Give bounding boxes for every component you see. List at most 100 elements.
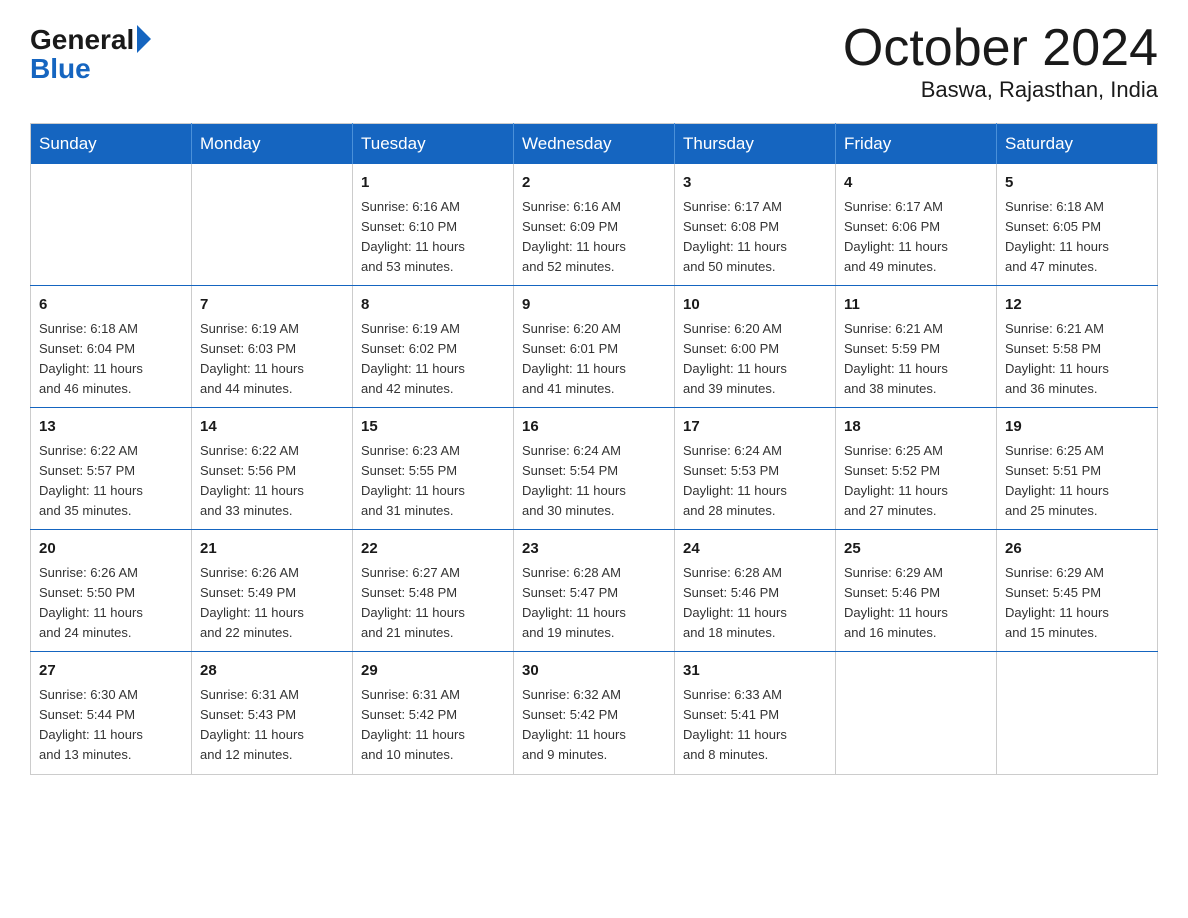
calendar-cell: 16Sunrise: 6:24 AM Sunset: 5:54 PM Dayli… (514, 408, 675, 530)
day-info: Sunrise: 6:24 AM Sunset: 5:53 PM Dayligh… (683, 441, 827, 522)
calendar-cell: 17Sunrise: 6:24 AM Sunset: 5:53 PM Dayli… (675, 408, 836, 530)
day-number: 17 (683, 416, 827, 439)
calendar-cell (31, 164, 192, 286)
day-number: 4 (844, 172, 988, 195)
calendar-cell: 18Sunrise: 6:25 AM Sunset: 5:52 PM Dayli… (836, 408, 997, 530)
calendar-week-row: 6Sunrise: 6:18 AM Sunset: 6:04 PM Daylig… (31, 286, 1158, 408)
day-info: Sunrise: 6:33 AM Sunset: 5:41 PM Dayligh… (683, 685, 827, 766)
logo: General Blue (30, 20, 151, 83)
calendar-cell: 6Sunrise: 6:18 AM Sunset: 6:04 PM Daylig… (31, 286, 192, 408)
calendar-cell: 4Sunrise: 6:17 AM Sunset: 6:06 PM Daylig… (836, 164, 997, 286)
calendar-cell: 10Sunrise: 6:20 AM Sunset: 6:00 PM Dayli… (675, 286, 836, 408)
calendar-week-row: 20Sunrise: 6:26 AM Sunset: 5:50 PM Dayli… (31, 530, 1158, 652)
day-info: Sunrise: 6:25 AM Sunset: 5:51 PM Dayligh… (1005, 441, 1149, 522)
day-info: Sunrise: 6:31 AM Sunset: 5:42 PM Dayligh… (361, 685, 505, 766)
day-number: 9 (522, 294, 666, 317)
day-number: 26 (1005, 538, 1149, 561)
day-info: Sunrise: 6:22 AM Sunset: 5:56 PM Dayligh… (200, 441, 344, 522)
calendar-cell: 30Sunrise: 6:32 AM Sunset: 5:42 PM Dayli… (514, 652, 675, 774)
calendar-cell (836, 652, 997, 774)
calendar-cell: 24Sunrise: 6:28 AM Sunset: 5:46 PM Dayli… (675, 530, 836, 652)
calendar-cell: 1Sunrise: 6:16 AM Sunset: 6:10 PM Daylig… (353, 164, 514, 286)
calendar-table: SundayMondayTuesdayWednesdayThursdayFrid… (30, 123, 1158, 774)
calendar-cell: 12Sunrise: 6:21 AM Sunset: 5:58 PM Dayli… (997, 286, 1158, 408)
calendar-cell: 9Sunrise: 6:20 AM Sunset: 6:01 PM Daylig… (514, 286, 675, 408)
day-number: 14 (200, 416, 344, 439)
day-info: Sunrise: 6:27 AM Sunset: 5:48 PM Dayligh… (361, 563, 505, 644)
title-block: October 2024 Baswa, Rajasthan, India (843, 20, 1158, 103)
calendar-header-friday: Friday (836, 124, 997, 165)
logo-blue-text: Blue (30, 55, 91, 83)
month-title: October 2024 (843, 20, 1158, 77)
calendar-cell: 2Sunrise: 6:16 AM Sunset: 6:09 PM Daylig… (514, 164, 675, 286)
calendar-cell: 28Sunrise: 6:31 AM Sunset: 5:43 PM Dayli… (192, 652, 353, 774)
calendar-cell: 21Sunrise: 6:26 AM Sunset: 5:49 PM Dayli… (192, 530, 353, 652)
day-number: 12 (1005, 294, 1149, 317)
day-number: 29 (361, 660, 505, 683)
day-info: Sunrise: 6:18 AM Sunset: 6:04 PM Dayligh… (39, 319, 183, 400)
day-number: 27 (39, 660, 183, 683)
day-number: 8 (361, 294, 505, 317)
day-info: Sunrise: 6:21 AM Sunset: 5:59 PM Dayligh… (844, 319, 988, 400)
day-number: 2 (522, 172, 666, 195)
day-info: Sunrise: 6:24 AM Sunset: 5:54 PM Dayligh… (522, 441, 666, 522)
day-info: Sunrise: 6:23 AM Sunset: 5:55 PM Dayligh… (361, 441, 505, 522)
calendar-cell: 13Sunrise: 6:22 AM Sunset: 5:57 PM Dayli… (31, 408, 192, 530)
logo-general-text: General (30, 26, 134, 54)
day-number: 13 (39, 416, 183, 439)
calendar-cell: 5Sunrise: 6:18 AM Sunset: 6:05 PM Daylig… (997, 164, 1158, 286)
calendar-cell: 25Sunrise: 6:29 AM Sunset: 5:46 PM Dayli… (836, 530, 997, 652)
day-info: Sunrise: 6:28 AM Sunset: 5:46 PM Dayligh… (683, 563, 827, 644)
calendar-header-tuesday: Tuesday (353, 124, 514, 165)
day-number: 21 (200, 538, 344, 561)
day-info: Sunrise: 6:18 AM Sunset: 6:05 PM Dayligh… (1005, 197, 1149, 278)
day-number: 3 (683, 172, 827, 195)
day-info: Sunrise: 6:25 AM Sunset: 5:52 PM Dayligh… (844, 441, 988, 522)
day-number: 11 (844, 294, 988, 317)
calendar-cell: 7Sunrise: 6:19 AM Sunset: 6:03 PM Daylig… (192, 286, 353, 408)
calendar-cell: 19Sunrise: 6:25 AM Sunset: 5:51 PM Dayli… (997, 408, 1158, 530)
calendar-cell: 29Sunrise: 6:31 AM Sunset: 5:42 PM Dayli… (353, 652, 514, 774)
day-number: 28 (200, 660, 344, 683)
day-number: 30 (522, 660, 666, 683)
day-info: Sunrise: 6:26 AM Sunset: 5:49 PM Dayligh… (200, 563, 344, 644)
day-number: 25 (844, 538, 988, 561)
day-info: Sunrise: 6:28 AM Sunset: 5:47 PM Dayligh… (522, 563, 666, 644)
calendar-cell: 8Sunrise: 6:19 AM Sunset: 6:02 PM Daylig… (353, 286, 514, 408)
day-info: Sunrise: 6:17 AM Sunset: 6:08 PM Dayligh… (683, 197, 827, 278)
calendar-week-row: 1Sunrise: 6:16 AM Sunset: 6:10 PM Daylig… (31, 164, 1158, 286)
calendar-cell: 3Sunrise: 6:17 AM Sunset: 6:08 PM Daylig… (675, 164, 836, 286)
calendar-header-wednesday: Wednesday (514, 124, 675, 165)
day-number: 6 (39, 294, 183, 317)
calendar-cell: 22Sunrise: 6:27 AM Sunset: 5:48 PM Dayli… (353, 530, 514, 652)
calendar-header-monday: Monday (192, 124, 353, 165)
day-info: Sunrise: 6:26 AM Sunset: 5:50 PM Dayligh… (39, 563, 183, 644)
location-text: Baswa, Rajasthan, India (843, 77, 1158, 103)
day-number: 19 (1005, 416, 1149, 439)
calendar-cell: 26Sunrise: 6:29 AM Sunset: 5:45 PM Dayli… (997, 530, 1158, 652)
day-info: Sunrise: 6:29 AM Sunset: 5:45 PM Dayligh… (1005, 563, 1149, 644)
day-info: Sunrise: 6:16 AM Sunset: 6:09 PM Dayligh… (522, 197, 666, 278)
calendar-header-row: SundayMondayTuesdayWednesdayThursdayFrid… (31, 124, 1158, 165)
calendar-cell: 20Sunrise: 6:26 AM Sunset: 5:50 PM Dayli… (31, 530, 192, 652)
day-info: Sunrise: 6:16 AM Sunset: 6:10 PM Dayligh… (361, 197, 505, 278)
calendar-header-sunday: Sunday (31, 124, 192, 165)
calendar-cell: 31Sunrise: 6:33 AM Sunset: 5:41 PM Dayli… (675, 652, 836, 774)
day-info: Sunrise: 6:17 AM Sunset: 6:06 PM Dayligh… (844, 197, 988, 278)
calendar-cell: 11Sunrise: 6:21 AM Sunset: 5:59 PM Dayli… (836, 286, 997, 408)
calendar-cell: 23Sunrise: 6:28 AM Sunset: 5:47 PM Dayli… (514, 530, 675, 652)
calendar-cell: 27Sunrise: 6:30 AM Sunset: 5:44 PM Dayli… (31, 652, 192, 774)
day-number: 1 (361, 172, 505, 195)
day-info: Sunrise: 6:19 AM Sunset: 6:02 PM Dayligh… (361, 319, 505, 400)
day-number: 31 (683, 660, 827, 683)
day-info: Sunrise: 6:20 AM Sunset: 6:01 PM Dayligh… (522, 319, 666, 400)
day-number: 16 (522, 416, 666, 439)
calendar-cell (997, 652, 1158, 774)
day-number: 7 (200, 294, 344, 317)
day-number: 10 (683, 294, 827, 317)
day-number: 22 (361, 538, 505, 561)
calendar-cell: 15Sunrise: 6:23 AM Sunset: 5:55 PM Dayli… (353, 408, 514, 530)
calendar-week-row: 13Sunrise: 6:22 AM Sunset: 5:57 PM Dayli… (31, 408, 1158, 530)
calendar-header-saturday: Saturday (997, 124, 1158, 165)
day-number: 24 (683, 538, 827, 561)
